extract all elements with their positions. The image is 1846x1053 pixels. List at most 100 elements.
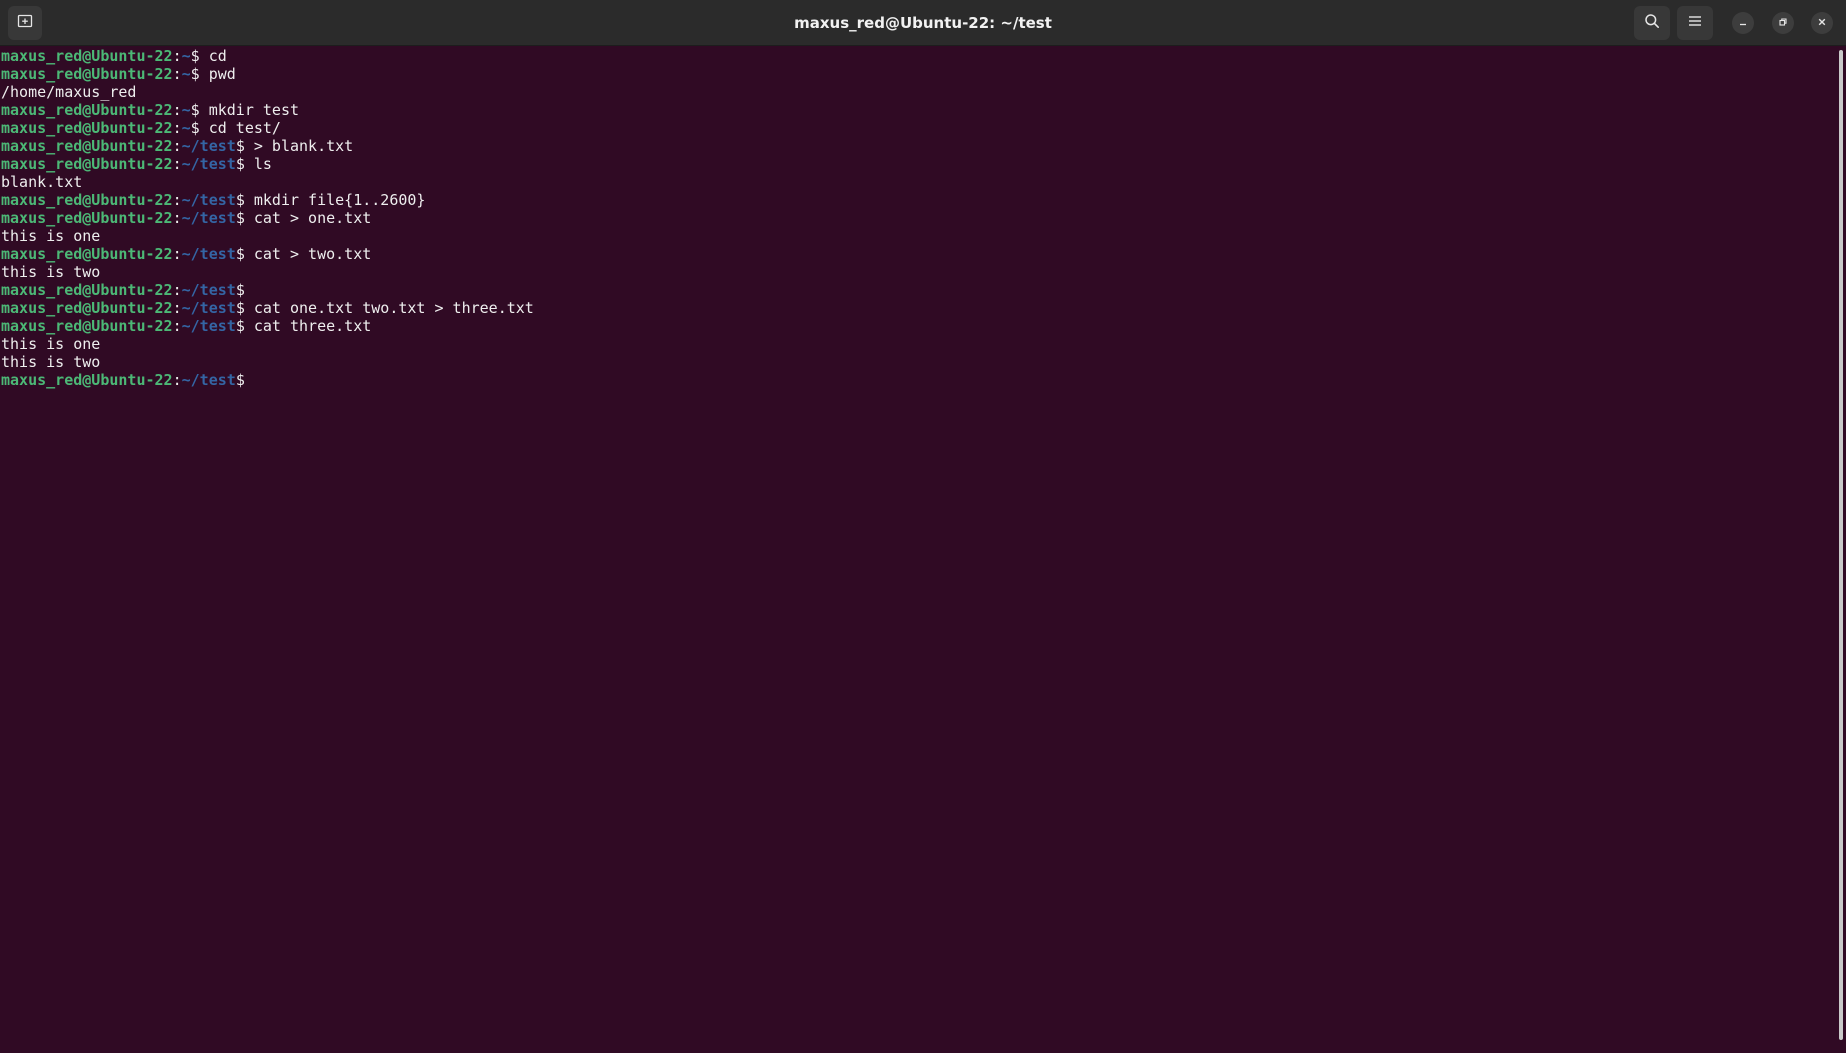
output-line: this is one [0, 335, 1836, 353]
command-text: cat > one.txt [244, 209, 372, 227]
prompt-symbol: $ [190, 47, 200, 65]
prompt-user: maxus_red@Ubuntu-22 [1, 101, 173, 119]
prompt-symbol: $ [235, 317, 245, 335]
prompt-path: ~/test [181, 245, 236, 263]
command-text: pwd [199, 65, 236, 83]
output-line: /home/maxus_red [0, 83, 1836, 101]
prompt-symbol: $ [235, 209, 245, 227]
prompt-separator: : [172, 281, 182, 299]
close-icon [1817, 14, 1827, 32]
prompt-line: maxus_red@Ubuntu-22:~$ cd test/ [0, 119, 1836, 137]
search-button[interactable] [1634, 6, 1670, 40]
prompt-line: maxus_red@Ubuntu-22:~$ cd [0, 47, 1836, 65]
prompt-path: ~ [181, 119, 191, 137]
output-text: blank.txt [1, 173, 83, 191]
output-text: /home/maxus_red [1, 83, 137, 101]
command-text: mkdir test [199, 101, 300, 119]
command-text: > blank.txt [244, 137, 354, 155]
prompt-user: maxus_red@Ubuntu-22 [1, 209, 173, 227]
new-tab-icon [17, 13, 33, 34]
prompt-line: maxus_red@Ubuntu-22:~$ mkdir test [0, 101, 1836, 119]
minimize-button[interactable] [1732, 12, 1754, 34]
output-line: this is two [0, 263, 1836, 281]
prompt-line: maxus_red@Ubuntu-22:~/test$ [0, 371, 1836, 389]
command-text: cd test/ [199, 119, 281, 137]
prompt-separator: : [172, 47, 182, 65]
prompt-symbol: $ [190, 101, 200, 119]
prompt-symbol: $ [235, 137, 245, 155]
new-tab-button[interactable] [8, 6, 42, 40]
minimize-icon [1738, 14, 1748, 32]
terminal-output[interactable]: maxus_red@Ubuntu-22:~$ cd maxus_red@Ubunt… [0, 47, 1836, 1053]
prompt-path: ~/test [181, 299, 236, 317]
output-text: this is one [1, 335, 101, 353]
prompt-line: maxus_red@Ubuntu-22:~/test$ cat > one.tx… [0, 209, 1836, 227]
prompt-path: ~/test [181, 209, 236, 227]
command-text: cat one.txt two.txt > three.txt [244, 299, 534, 317]
prompt-user: maxus_red@Ubuntu-22 [1, 245, 173, 263]
command-text: cat > two.txt [244, 245, 372, 263]
prompt-user: maxus_red@Ubuntu-22 [1, 317, 173, 335]
prompt-user: maxus_red@Ubuntu-22 [1, 119, 173, 137]
prompt-separator: : [172, 155, 182, 173]
prompt-separator: : [172, 209, 182, 227]
prompt-separator: : [172, 371, 182, 389]
prompt-user: maxus_red@Ubuntu-22 [1, 155, 173, 173]
prompt-path: ~/test [181, 137, 236, 155]
maximize-button[interactable] [1772, 12, 1794, 34]
prompt-line: maxus_red@Ubuntu-22:~/test$ cat three.tx… [0, 317, 1836, 335]
command-text: cd [199, 47, 227, 65]
prompt-line: maxus_red@Ubuntu-22:~$ pwd [0, 65, 1836, 83]
window-title: maxus_red@Ubuntu-22: ~/test [794, 14, 1052, 32]
prompt-user: maxus_red@Ubuntu-22 [1, 191, 173, 209]
command-text: cat three.txt [244, 317, 372, 335]
prompt-symbol: $ [235, 245, 245, 263]
prompt-path: ~ [181, 101, 191, 119]
prompt-line: maxus_red@Ubuntu-22:~/test$ cat one.txt … [0, 299, 1836, 317]
prompt-separator: : [172, 119, 182, 137]
prompt-path: ~/test [181, 191, 236, 209]
output-text: this is one [1, 227, 101, 245]
menu-button[interactable] [1677, 6, 1713, 40]
command-text: ls [244, 155, 272, 173]
prompt-separator: : [172, 299, 182, 317]
terminal-window: maxus_red@Ubuntu-22: ~/test maxus_red@Ub… [0, 0, 1846, 1053]
prompt-symbol: $ [235, 299, 245, 317]
prompt-symbol: $ [235, 371, 245, 389]
prompt-separator: : [172, 191, 182, 209]
restore-icon [1778, 14, 1788, 32]
prompt-user: maxus_red@Ubuntu-22 [1, 65, 173, 83]
prompt-path: ~ [181, 65, 191, 83]
prompt-user: maxus_red@Ubuntu-22 [1, 371, 173, 389]
output-line: this is two [0, 353, 1836, 371]
prompt-line: maxus_red@Ubuntu-22:~/test$ > blank.txt [0, 137, 1836, 155]
prompt-path: ~/test [181, 155, 236, 173]
prompt-line: maxus_red@Ubuntu-22:~/test$ [0, 281, 1836, 299]
prompt-path: ~/test [181, 371, 236, 389]
output-text: this is two [1, 263, 101, 281]
prompt-symbol: $ [235, 155, 245, 173]
prompt-path: ~/test [181, 281, 236, 299]
scrollbar[interactable] [1839, 50, 1843, 1040]
prompt-user: maxus_red@Ubuntu-22 [1, 137, 173, 155]
prompt-line: maxus_red@Ubuntu-22:~/test$ ls [0, 155, 1836, 173]
prompt-line: maxus_red@Ubuntu-22:~/test$ cat > two.tx… [0, 245, 1836, 263]
prompt-separator: : [172, 317, 182, 335]
command-text: mkdir file{1..2600} [244, 191, 426, 209]
search-icon [1644, 13, 1660, 34]
close-button[interactable] [1811, 12, 1833, 34]
output-text: this is two [1, 353, 101, 371]
prompt-separator: : [172, 137, 182, 155]
prompt-user: maxus_red@Ubuntu-22 [1, 299, 173, 317]
title-bar: maxus_red@Ubuntu-22: ~/test [0, 0, 1846, 46]
output-line: blank.txt [0, 173, 1836, 191]
prompt-symbol: $ [235, 281, 245, 299]
prompt-user: maxus_red@Ubuntu-22 [1, 47, 173, 65]
prompt-line: maxus_red@Ubuntu-22:~/test$ mkdir file{1… [0, 191, 1836, 209]
prompt-symbol: $ [235, 191, 245, 209]
prompt-symbol: $ [190, 119, 200, 137]
prompt-path: ~/test [181, 317, 236, 335]
hamburger-menu-icon [1688, 14, 1702, 32]
prompt-separator: : [172, 101, 182, 119]
prompt-separator: : [172, 245, 182, 263]
